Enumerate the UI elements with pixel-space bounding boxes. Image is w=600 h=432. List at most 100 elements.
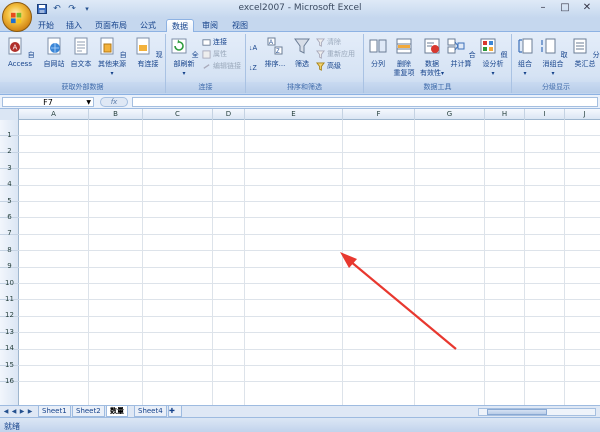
office-logo-icon — [10, 12, 22, 24]
properties-label: 属性 — [213, 50, 227, 58]
name-box-value: F7 — [43, 98, 53, 107]
text-to-columns-button[interactable]: 分列 — [366, 36, 390, 69]
text-file-icon — [74, 37, 88, 55]
formula-input[interactable] — [132, 97, 598, 107]
svg-text:A: A — [13, 45, 18, 52]
chevron-down-icon: ▾ — [440, 70, 444, 77]
close-icon[interactable]: ✕ — [580, 2, 594, 14]
insert-sheet-icon[interactable]: ✚ — [168, 406, 182, 417]
from-text-label: 自文本 — [70, 60, 92, 68]
next-sheet-icon[interactable]: ▶ — [18, 407, 26, 416]
from-access-button[interactable]: A 自 Access — [2, 36, 38, 69]
access-icon: A — [8, 37, 22, 55]
chevron-down-icon: ▾ — [551, 70, 555, 77]
consolidate-icon — [447, 38, 465, 54]
tab-view[interactable]: 视图 — [228, 19, 252, 32]
connections-button[interactable]: 连接 — [202, 37, 227, 48]
tab-insert[interactable]: 插入 — [62, 19, 86, 32]
fx-icon: fx — [110, 98, 118, 106]
sheet-tab-sheet4[interactable]: Sheet4 — [134, 406, 167, 417]
data-validation-button[interactable]: 数据 有效性▾ — [418, 36, 446, 78]
advanced-filter-icon — [316, 62, 325, 71]
web-icon — [47, 37, 61, 55]
from-other-sources-button[interactable]: 自其他来源 ▾ — [94, 36, 130, 78]
ungroup-rows-icon — [541, 38, 556, 54]
tab-data[interactable]: 数据 — [166, 19, 194, 32]
svg-text:↓Z: ↓Z — [249, 65, 258, 72]
sort-desc-button[interactable]: ↓Z — [248, 62, 260, 75]
sheet-tab-sheet1[interactable]: Sheet1 — [38, 406, 71, 417]
minimize-icon[interactable]: – — [536, 2, 550, 14]
tab-home[interactable]: 开始 — [34, 19, 58, 32]
subtotal-icon — [573, 38, 587, 54]
tab-page-layout[interactable]: 页面布局 — [92, 19, 130, 32]
data-validation-label-1: 数据 — [425, 60, 439, 68]
properties-icon — [202, 50, 211, 59]
insert-function-button[interactable]: fx — [100, 97, 128, 107]
office-button[interactable] — [2, 2, 32, 32]
connections-icon — [202, 39, 211, 46]
what-if-analysis-button[interactable]: 假设分析 ▾ — [476, 36, 510, 78]
what-if-icon — [480, 38, 496, 54]
chevron-down-icon: ▾ — [182, 70, 186, 77]
edit-links-button[interactable]: 编辑链接 — [202, 61, 241, 72]
properties-button[interactable]: 属性 — [202, 49, 227, 60]
horizontal-scrollbar[interactable] — [478, 408, 596, 416]
sort-asc-button[interactable]: ↓A — [248, 42, 260, 55]
text-to-columns-label: 分列 — [371, 60, 385, 68]
status-bar: 就绪 — [0, 417, 600, 432]
filter-button[interactable]: 筛选 — [290, 36, 314, 69]
sort-button[interactable]: AZ 排序... — [262, 36, 288, 69]
refresh-icon — [171, 38, 187, 54]
subtotal-button[interactable]: 分类汇总 — [570, 36, 600, 69]
svg-text:A: A — [269, 40, 273, 46]
filter-label: 筛选 — [295, 60, 309, 68]
advanced-button[interactable]: 高级 — [316, 61, 341, 72]
name-box[interactable]: F7 ▼ — [2, 97, 94, 107]
existing-connections-button[interactable]: 现有连接 — [132, 36, 164, 69]
formula-bar: F7 ▼ fx — [0, 95, 600, 109]
chevron-down-icon: ▾ — [491, 70, 495, 77]
sort-descending-icon: ↓Z — [249, 65, 258, 72]
window-title: excel2007 - Microsoft Excel — [238, 3, 362, 13]
ungroup-button[interactable]: 取消组合 ▾ — [536, 36, 570, 78]
clear-filter-icon — [316, 38, 325, 47]
remove-duplicates-label-2: 重复项 — [393, 69, 415, 77]
scroll-thumb[interactable] — [487, 409, 547, 415]
sort-icon: AZ — [267, 37, 283, 55]
svg-text:↓A: ↓A — [249, 45, 258, 52]
chevron-down-icon[interactable]: ▼ — [86, 98, 91, 107]
maximize-icon[interactable]: □ — [558, 2, 572, 14]
remove-duplicates-button[interactable]: 删除 重复项 — [390, 36, 418, 78]
sheet-tab-active[interactable]: 数量 — [106, 406, 128, 417]
worksheet-grid[interactable]: ABCDEFGHIJ 1 2 3 4 5 6 7 8 9 10 11 12 13 14 15 16 — [0, 109, 600, 405]
excel-window: ↶ ↷ ▾ excel2007 - Microsoft Excel – □ ✕ … — [0, 0, 600, 432]
refresh-all-button[interactable]: 全部刷新 ▾ — [168, 36, 200, 78]
group-label: 分级显示 — [512, 82, 600, 93]
group-label: 数据工具 — [364, 82, 511, 93]
from-web-button[interactable]: 自网站 — [40, 36, 68, 69]
group-button[interactable]: 组合 ▾ — [514, 36, 536, 78]
clear-button[interactable]: 清除 — [316, 37, 341, 48]
ribbon-tabs: 开始 插入 页面布局 公式 数据 审阅 视图 — [0, 18, 600, 32]
sheet-tab-sheet2[interactable]: Sheet2 — [72, 406, 105, 417]
last-sheet-icon[interactable]: ▶ — [26, 407, 34, 416]
chevron-down-icon: ▾ — [523, 70, 527, 77]
sheet-tab-bar: ◀ ◀ ▶ ▶ Sheet1 Sheet2 数量 Sheet4 ✚ — [0, 405, 600, 417]
prev-sheet-icon[interactable]: ◀ — [10, 407, 18, 416]
filter-icon — [294, 38, 310, 54]
group-outline: 组合 ▾ 取消组合 ▾ 分类汇总 分级显示 — [512, 34, 600, 93]
tab-review[interactable]: 审阅 — [198, 19, 222, 32]
group-label: 获取外部数据 — [0, 82, 165, 93]
advanced-label: 高级 — [327, 62, 341, 70]
from-web-label: 自网站 — [43, 60, 65, 68]
consolidate-button[interactable]: 合并计算 — [446, 36, 476, 69]
status-text: 就绪 — [4, 422, 20, 431]
reapply-label: 重新应用 — [327, 50, 355, 58]
first-sheet-icon[interactable]: ◀ — [2, 407, 10, 416]
remove-duplicates-icon — [396, 38, 412, 54]
from-text-button[interactable]: 自文本 — [68, 36, 94, 69]
annotation-arrow — [340, 252, 457, 350]
reapply-button[interactable]: 重新应用 — [316, 49, 355, 60]
tab-formulas[interactable]: 公式 — [136, 19, 160, 32]
